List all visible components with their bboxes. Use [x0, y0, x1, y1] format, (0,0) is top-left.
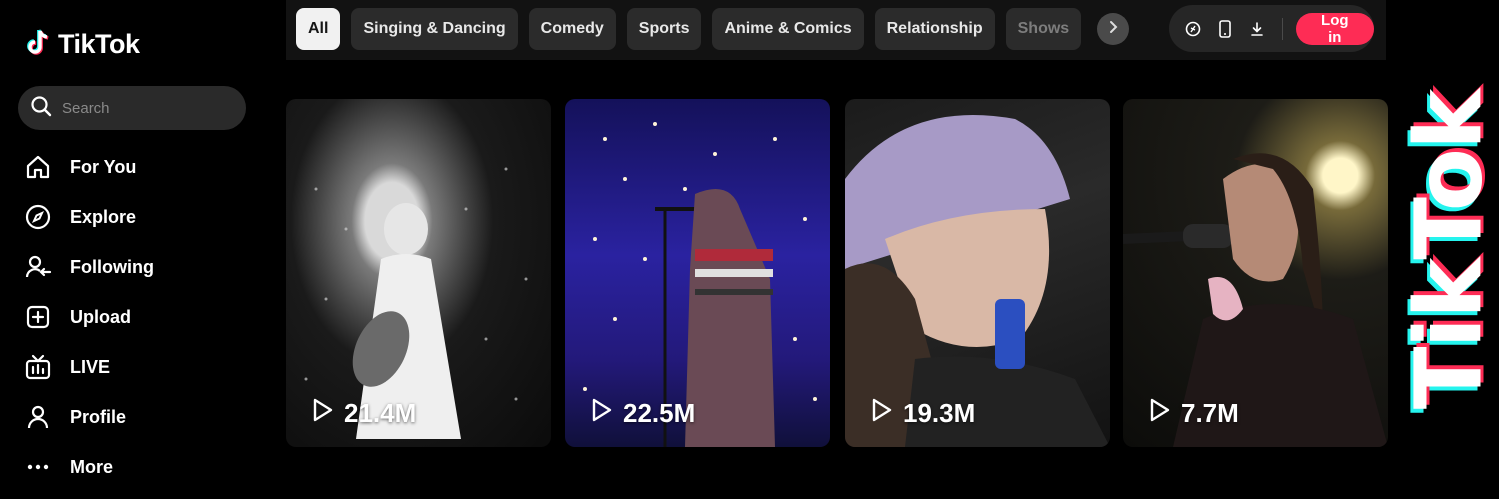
video-thumbnail [583, 122, 817, 447]
download-icon[interactable] [1248, 19, 1267, 39]
view-count-text: 21.4M [344, 398, 417, 428]
chip-singing-dancing[interactable]: Singing & Dancing [351, 8, 518, 50]
header-actions: Log in [1169, 5, 1375, 52]
nav-label: For You [70, 156, 137, 177]
video-thumbnail [1123, 153, 1388, 447]
tiktok-watermark: TikTok [1398, 0, 1499, 499]
search-icon [30, 95, 52, 122]
view-count: 19.3M [871, 398, 975, 429]
view-count: 7.7M [1149, 398, 1239, 429]
nav-label: LIVE [70, 356, 111, 377]
video-thumbnail [304, 167, 528, 439]
login-button[interactable]: Log in [1295, 12, 1375, 46]
logo-text: TikTok [58, 29, 140, 59]
nav-item-profile[interactable]: Profile [24, 392, 154, 442]
home-icon [24, 153, 52, 181]
watermark-text: TikTok [1398, 90, 1499, 409]
tiktok-note-icon [26, 28, 52, 61]
chip-all[interactable]: All [296, 8, 341, 50]
nav-item-for-you[interactable]: For You [24, 142, 154, 192]
nav-item-upload[interactable]: Upload [24, 292, 154, 342]
nav-item-more[interactable]: More [24, 442, 154, 492]
view-count-text: 22.5M [623, 398, 696, 428]
chip-shows[interactable]: Shows [1005, 8, 1082, 50]
effects-house-icon[interactable] [1184, 19, 1203, 39]
live-tv-icon [24, 353, 52, 381]
nav-label: Following [70, 256, 154, 277]
nav-item-live[interactable]: LIVE [24, 342, 154, 392]
tiktok-logo[interactable]: TikTok [26, 28, 140, 61]
upload-icon [24, 303, 52, 331]
mobile-app-icon[interactable] [1216, 19, 1235, 39]
view-count: 21.4M [312, 398, 416, 429]
play-icon [871, 398, 893, 429]
chevron-right-button[interactable] [1097, 13, 1129, 45]
nav-label: Profile [70, 406, 127, 427]
category-chips: All Singing & Dancing Comedy Sports Anim… [296, 8, 1082, 50]
nav-item-explore[interactable]: Explore [24, 192, 154, 242]
chip-sports[interactable]: Sports [626, 8, 702, 50]
category-bar: All Singing & Dancing Comedy Sports Anim… [286, 0, 1386, 60]
view-count: 22.5M [591, 398, 695, 429]
nav-label: Upload [70, 306, 131, 327]
view-count-text: 19.3M [903, 398, 976, 428]
nav-label: Explore [70, 206, 137, 227]
chip-comedy[interactable]: Comedy [528, 8, 616, 50]
video-card[interactable]: 21.4M [286, 99, 551, 447]
video-card[interactable]: 22.5M [565, 99, 830, 447]
play-icon [312, 398, 334, 429]
more-dots-icon [24, 453, 52, 481]
sidebar: TikTok For You Explore [0, 0, 270, 499]
following-icon [24, 253, 52, 281]
compass-icon [24, 203, 52, 231]
profile-icon [24, 403, 52, 431]
chip-relationship[interactable]: Relationship [874, 8, 995, 50]
video-thumbnail [845, 115, 1110, 447]
tiktok-page: TikTok For You Explore [0, 0, 1499, 499]
video-card[interactable]: 7.7M [1123, 99, 1388, 447]
search-box[interactable] [18, 86, 246, 130]
nav-item-following[interactable]: Following [24, 242, 154, 292]
chevron-right-icon [1106, 20, 1120, 39]
chip-anime-comics[interactable]: Anime & Comics [712, 8, 864, 50]
search-input[interactable] [62, 99, 232, 117]
nav-label: More [70, 456, 114, 477]
divider [1281, 17, 1283, 40]
view-count-text: 7.7M [1181, 398, 1239, 428]
video-card[interactable]: 19.3M [845, 99, 1110, 447]
play-icon [1149, 398, 1171, 429]
main-nav: For You Explore Following Upload LIVE Pr… [24, 142, 154, 492]
play-icon [591, 398, 613, 429]
